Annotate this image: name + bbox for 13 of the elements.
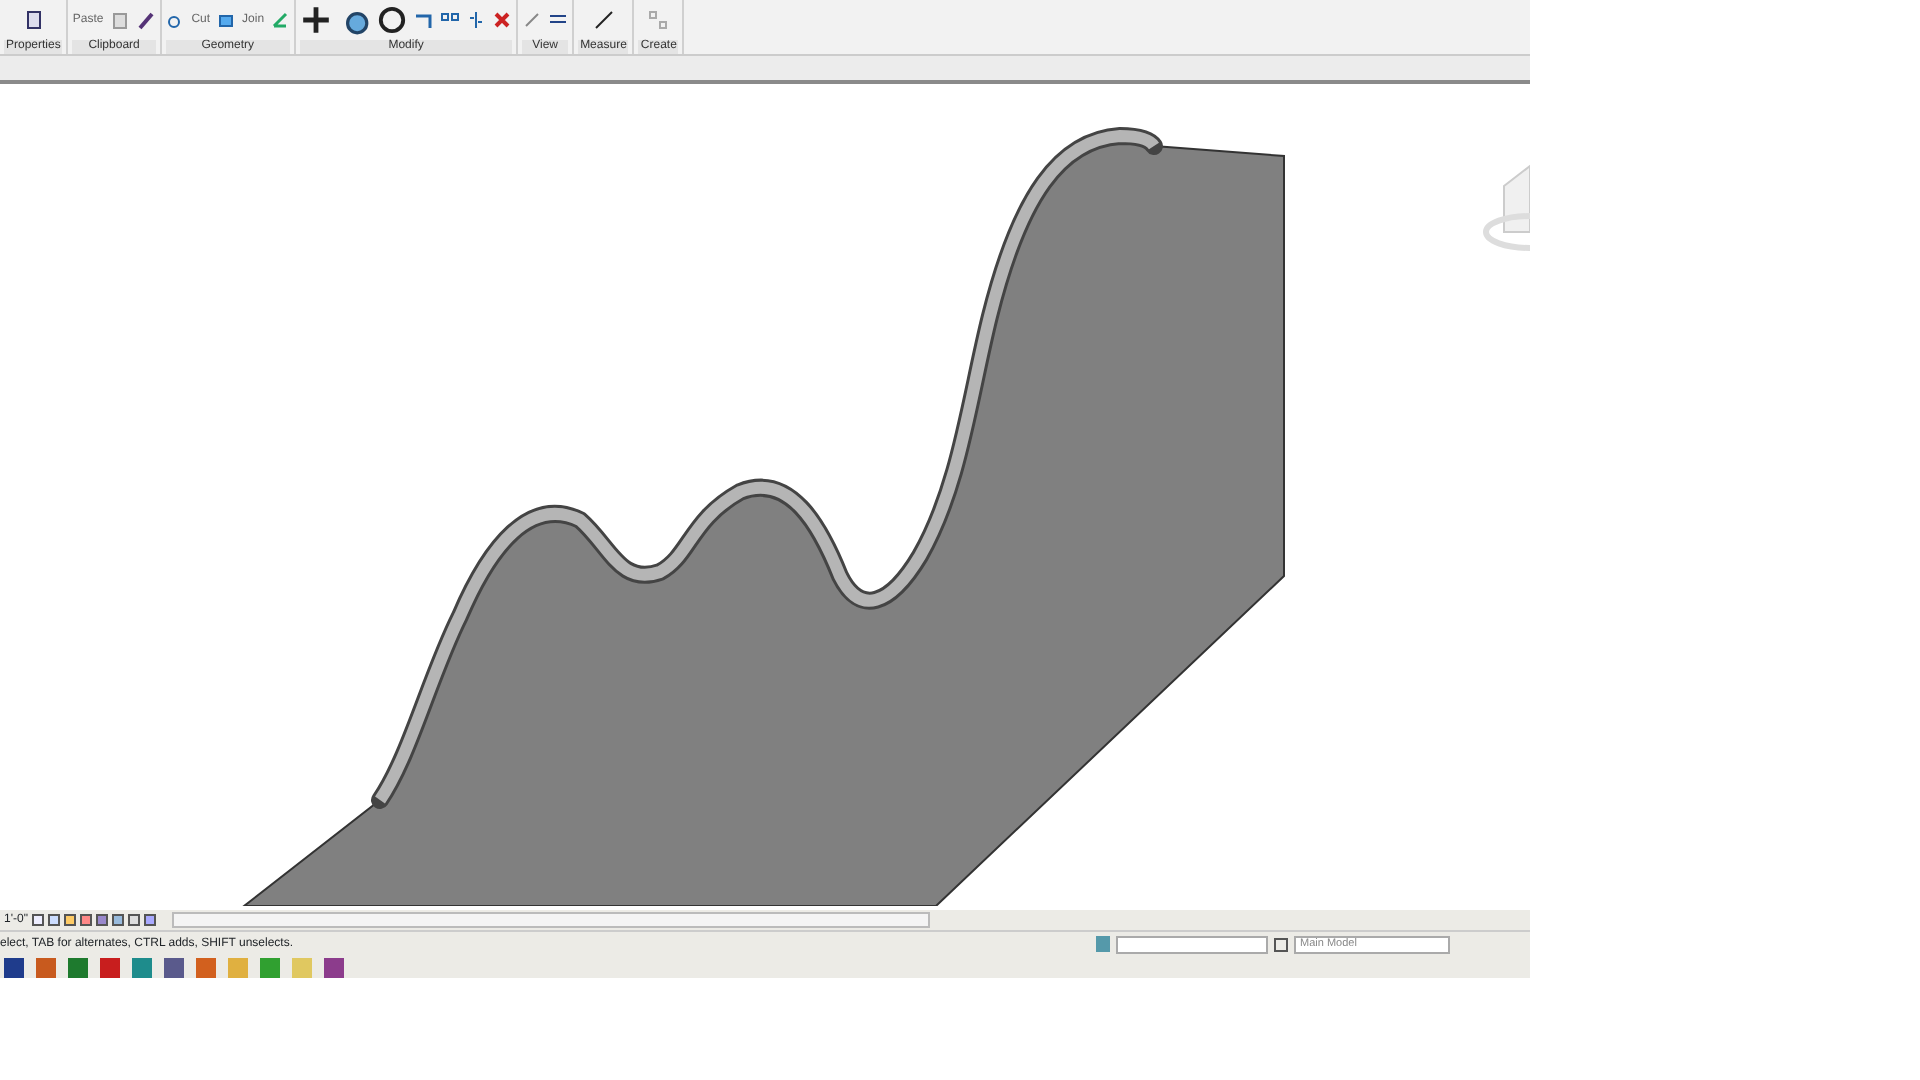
delete-icon[interactable] — [492, 10, 513, 30]
measure-icon[interactable] — [593, 10, 614, 30]
brush-icon[interactable] — [135, 10, 156, 30]
scrollbar[interactable] — [171, 912, 930, 928]
move-icon[interactable] — [300, 4, 333, 36]
mirror-icon[interactable] — [466, 10, 487, 30]
document-icon[interactable] — [23, 10, 44, 30]
cut-icon[interactable] — [165, 10, 186, 30]
join-icon[interactable] — [216, 10, 237, 30]
trim-icon[interactable] — [414, 10, 435, 30]
edit-icon[interactable] — [270, 10, 291, 30]
editable-icon[interactable] — [1274, 937, 1288, 951]
rotate-icon[interactable] — [376, 4, 409, 36]
